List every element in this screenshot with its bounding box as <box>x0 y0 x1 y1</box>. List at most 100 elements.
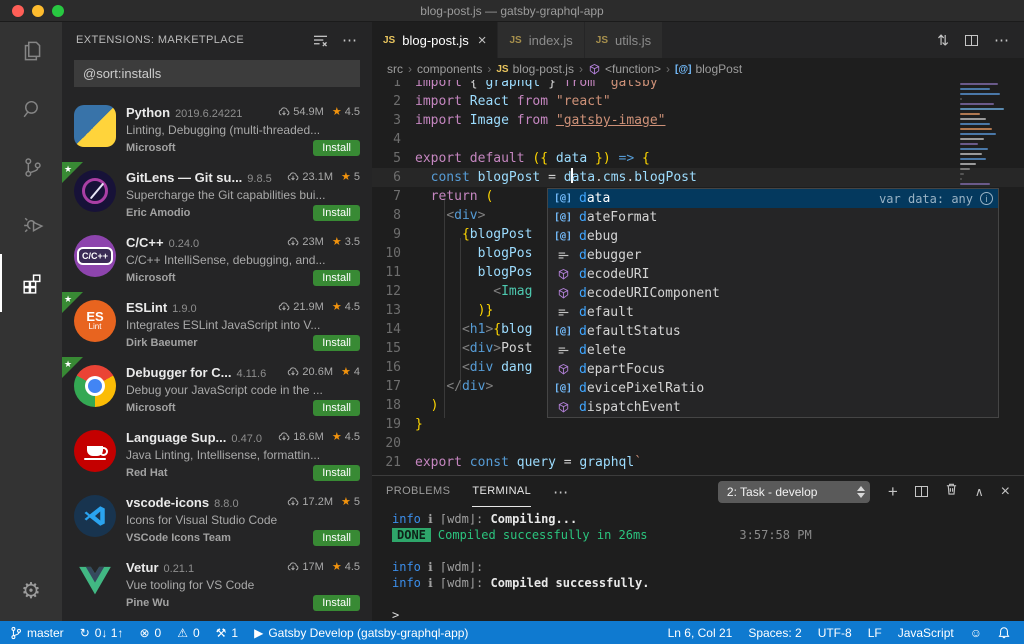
suggest-item[interactable]: [@] dateFormat <box>548 208 998 227</box>
status-utf-8[interactable]: UTF-8 <box>810 621 860 644</box>
close-panel-icon[interactable]: × <box>1001 483 1010 501</box>
panel-more-actions-icon[interactable]: ⋯ <box>553 483 569 501</box>
suggest-item[interactable]: default <box>548 303 998 322</box>
extension-list-item[interactable]: ★ ES Lint ESLint 1.9.0 21.9M ★ 4.5 Integrates ES… <box>62 292 372 357</box>
status-0[interactable]: ⊗ 0 <box>131 621 169 644</box>
install-button[interactable]: Install <box>313 335 360 351</box>
extension-rating: 3.5 <box>344 235 360 248</box>
status-0[interactable]: ⚠ 0 <box>169 621 207 644</box>
status-bell[interactable] <box>990 621 1018 644</box>
panel-tab-problems[interactable]: PROBLEMS <box>386 476 450 507</box>
install-button[interactable]: Install <box>313 400 360 416</box>
kill-terminal-icon[interactable] <box>945 482 958 501</box>
minimap[interactable] <box>960 83 1012 188</box>
activity-extensions-icon[interactable] <box>0 254 62 312</box>
extension-author: Dirk Baeumer <box>126 337 198 349</box>
status-1[interactable]: ⚒ 1 <box>208 621 246 644</box>
extension-list-item[interactable]: ★ GitLens — Git su... 9.8.5 23.1M ★ 5 Supercha… <box>62 162 372 227</box>
status-lf[interactable]: LF <box>860 621 890 644</box>
tab-index.js[interactable]: JS index.js <box>498 22 585 58</box>
activity-search-icon[interactable] <box>0 80 62 138</box>
var-symbol-icon: [@] <box>553 383 573 394</box>
warning-icon: ⚠ <box>177 625 188 640</box>
extension-list-item[interactable]: ★ Debugger for C... 4.11.6 20.6M ★ 4 Debug you… <box>62 357 372 422</box>
extension-stats: 54.9M ★ 4.5 <box>278 105 360 118</box>
extension-version: 0.24.0 <box>168 238 200 250</box>
split-terminal-icon[interactable] <box>914 486 928 497</box>
extension-list-item[interactable]: C/C++ C/C++ 0.24.0 23M ★ 3.5 C/C++ IntelliSens… <box>62 227 372 292</box>
editor-code[interactable]: 1 import { graphql } from "gatsby" 2 import… <box>372 80 1024 475</box>
extension-downloads: 21.9M <box>293 300 324 313</box>
status-javascript[interactable]: JavaScript <box>890 621 962 644</box>
extension-description: Integrates ESLint JavaScript into V... <box>126 318 321 332</box>
editor-more-actions-icon[interactable]: ⋯ <box>994 31 1010 49</box>
panel-tab-terminal[interactable]: TERMINAL <box>472 476 532 507</box>
status-0-1[interactable]: ↻ 0↓ 1↑ <box>72 621 132 644</box>
open-changes-icon[interactable]: ⇅ <box>937 32 949 49</box>
suggest-detail: var data: any i <box>879 192 993 206</box>
status-spaces-2[interactable]: Spaces: 2 <box>740 621 809 644</box>
activity-source-control-icon[interactable] <box>0 138 62 196</box>
status-smiley[interactable]: ☺ <box>962 621 990 644</box>
python-logo-icon <box>74 105 116 147</box>
status-bar: master ↻ 0↓ 1↑ ⊗ 0 ⚠ 0 ⚒ 1 ▶ Gatsby Develop (gatsb… <box>0 621 1024 644</box>
breadcrumb-item[interactable]: [@] blogPost <box>675 62 742 76</box>
line-number: 20 <box>385 436 401 451</box>
tools-icon: ⚒ <box>215 625 227 640</box>
extensions-search-input[interactable] <box>74 66 360 81</box>
suggest-item[interactable]: [@] data var data: any i <box>548 189 998 208</box>
install-button[interactable]: Install <box>313 595 360 611</box>
suggest-item[interactable]: decodeURI <box>548 265 998 284</box>
extension-downloads: 23M <box>302 235 324 248</box>
extension-description: Supercharge the Git capabilities bui... <box>126 188 326 202</box>
status-master[interactable]: master <box>2 621 72 644</box>
var-symbol-icon: [@] <box>553 326 573 337</box>
extensions-search-box[interactable] <box>74 60 360 87</box>
activity-debug-icon[interactable] <box>0 196 62 254</box>
breadcrumb-item[interactable]: JS blog-post.js <box>496 62 574 76</box>
breadcrumb-item[interactable]: <function> <box>588 62 661 76</box>
install-button[interactable]: Install <box>313 270 360 286</box>
new-terminal-icon[interactable]: + <box>888 482 898 502</box>
star-icon: ★ <box>331 301 342 313</box>
info-icon[interactable]: i <box>980 192 993 205</box>
star-icon: ★ <box>331 236 342 248</box>
suggest-item[interactable]: debugger <box>548 246 998 265</box>
tab-utils.js[interactable]: JS utils.js <box>584 22 664 58</box>
install-button[interactable]: Install <box>313 205 360 221</box>
extension-name: GitLens — Git su... <box>126 170 243 185</box>
extension-list-item[interactable]: Python 2019.6.24221 54.9M ★ 4.5 Linting, Debu… <box>62 97 372 162</box>
line-number: 8 <box>393 208 401 223</box>
extension-list-item[interactable]: vscode-icons 8.8.0 17.2M ★ 5 Icons for Visual… <box>62 487 372 552</box>
suggest-item[interactable]: departFocus <box>548 360 998 379</box>
install-button[interactable]: Install <box>313 465 360 481</box>
extension-list-item[interactable]: Vetur 0.21.1 17M ★ 4.5 Vue tooling for VS Cod… <box>62 552 372 617</box>
install-button[interactable]: Install <box>313 530 360 546</box>
extension-list-item[interactable]: Language Sup... 0.47.0 18.6M ★ 4.5 Java Linti… <box>62 422 372 487</box>
terminal-output[interactable]: info ℹ ⌈wdm⌋: Compiling... DONE Compiled s… <box>372 507 1024 621</box>
install-button[interactable]: Install <box>313 140 360 156</box>
suggest-item[interactable]: dispatchEvent <box>548 398 998 417</box>
breadcrumb-item[interactable]: components <box>417 62 482 76</box>
breadcrumb-item[interactable]: src <box>387 62 403 76</box>
suggest-item[interactable]: [@] devicePixelRatio <box>548 379 998 398</box>
suggest-item[interactable]: delete <box>548 341 998 360</box>
terminal-task-select[interactable]: 2: Task - develop <box>717 480 870 503</box>
suggest-item[interactable]: decodeURIComponent <box>548 284 998 303</box>
split-editor-icon[interactable] <box>965 34 978 46</box>
tab-blog-post.js[interactable]: JS blog-post.js × <box>372 22 499 58</box>
js-file-icon: JS <box>509 34 522 46</box>
suggest-item[interactable]: [@] defaultStatus <box>548 322 998 341</box>
maximize-panel-icon[interactable]: ∧ <box>975 485 984 499</box>
clear-filter-icon[interactable] <box>313 34 328 47</box>
status-gatsby-develop-gatsby-graphql-app[interactable]: ▶ Gatsby Develop (gatsby-graphql-app) <box>246 621 476 644</box>
editor-tabs: JS blog-post.js × JS index.js JS utils.js ⇅ ⋯ <box>372 22 1024 58</box>
settings-gear-icon[interactable]: ⚙ <box>0 561 62 621</box>
suggest-label: dateFormat <box>579 210 658 225</box>
variable-symbol-icon: [@] <box>553 193 573 204</box>
suggest-item[interactable]: [@] debug <box>548 227 998 246</box>
status-ln-6-col-21[interactable]: Ln 6, Col 21 <box>660 621 741 644</box>
activity-explorer-icon[interactable] <box>0 22 62 80</box>
close-tab-icon[interactable]: × <box>478 32 487 49</box>
sidebar-more-actions-icon[interactable]: ⋯ <box>342 31 358 49</box>
